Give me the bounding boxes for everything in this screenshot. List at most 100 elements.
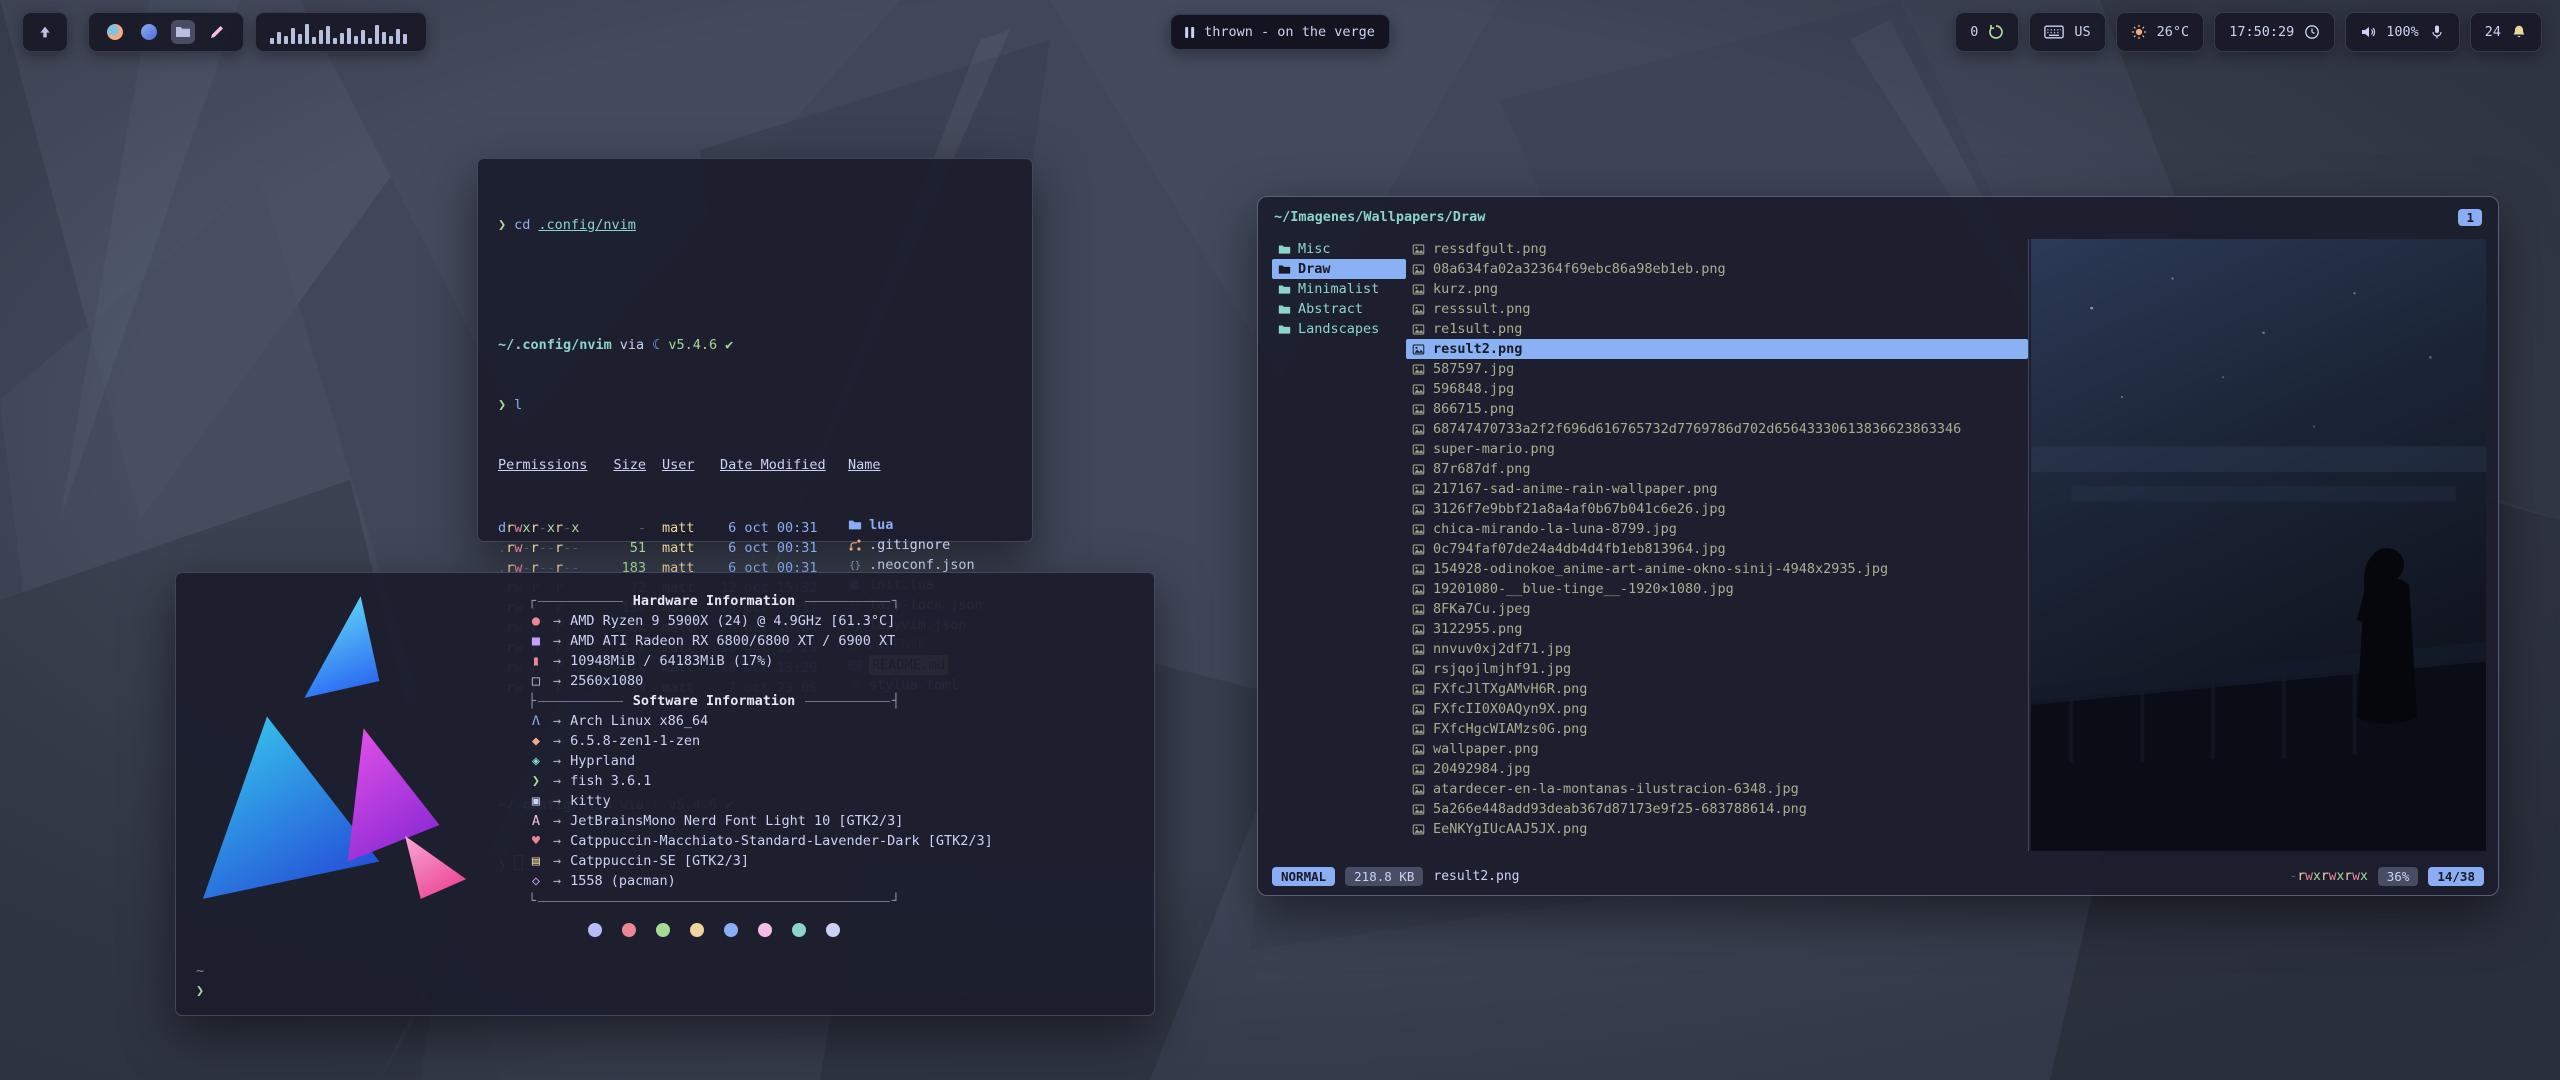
clock-widget[interactable]: 17:50:29 xyxy=(2214,12,2335,52)
media-widget[interactable]: thrown - on the verge xyxy=(1170,14,1390,50)
file-item[interactable]: 154928-odinokoe_anime-art-anime-okno-sin… xyxy=(1406,559,2028,579)
clock-label: 17:50:29 xyxy=(2229,24,2294,40)
sidebar-folder-minimalist[interactable]: Minimalist xyxy=(1272,279,1406,299)
git-icon xyxy=(848,538,862,552)
image-icon xyxy=(1412,703,1425,716)
fetch-os: Λ→Arch Linux x86_64 xyxy=(528,711,1138,731)
cpu-icon: ● xyxy=(528,611,544,631)
listing-row: .rw-r--r-- 51 matt 6 oct 00:31 .gitignor… xyxy=(498,535,1012,555)
status-filename: result2.png xyxy=(1433,869,1519,884)
volume-widget[interactable]: 100% xyxy=(2345,12,2460,52)
file-item[interactable]: result2.png xyxy=(1406,339,2028,359)
shell-prompt[interactable]: ~ ❯ xyxy=(196,961,204,1001)
section-footer: └┘ xyxy=(528,891,900,911)
file-manager-window: ~/Imagenes/Wallpapers/Draw 1 MiscDrawMin… xyxy=(1257,196,2499,896)
image-icon xyxy=(1412,523,1425,536)
command-line[interactable]: ❯l xyxy=(498,395,1012,415)
folder-icon xyxy=(848,518,862,532)
arrow-icon: → xyxy=(553,771,561,791)
updates-count: 0 xyxy=(1970,24,1978,40)
keyboard-icon xyxy=(2044,24,2064,40)
file-item[interactable]: wallpaper.png xyxy=(1406,739,2028,759)
file-item[interactable]: 19201080-__blue-tinge__-1920×1080.jpg xyxy=(1406,579,2028,599)
file-item[interactable]: re1sult.png xyxy=(1406,319,2028,339)
file-item[interactable]: 3126f7e9bbf21a8a4af0b67b041c6e26.jpg xyxy=(1406,499,2028,519)
fetch-theme: ♥→Catppuccin-Macchiato-Standard-Lavender… xyxy=(528,831,1138,851)
arrow-up-icon xyxy=(37,24,53,40)
notifications-widget[interactable]: 24 xyxy=(2470,12,2542,52)
file-item[interactable]: ressdfgult.png xyxy=(1406,239,2028,259)
cwd-path: ~/.config/nvim xyxy=(498,335,612,355)
browser-icon xyxy=(107,24,123,40)
sidebar-folder-abstract[interactable]: Abstract xyxy=(1272,299,1406,319)
image-icon xyxy=(1412,403,1425,416)
launcher-button[interactable] xyxy=(22,12,68,52)
image-icon xyxy=(1412,743,1425,756)
layout-label: US xyxy=(2074,24,2090,40)
image-icon xyxy=(1412,423,1425,436)
fetch-wm: ◈→Hyprland xyxy=(528,751,1138,771)
file-item[interactable]: EeNKYgIUcAAJ5JX.png xyxy=(1406,819,2028,839)
file-item[interactable]: 08a634fa02a32364f69ebc86a98eb1eb.png xyxy=(1406,259,2028,279)
file-item[interactable]: FXfcII0X0AQyn9X.png xyxy=(1406,699,2028,719)
palette-dot xyxy=(656,923,670,937)
file-item[interactable]: 87r687df.png xyxy=(1406,459,2028,479)
file-manager-statusbar: NORMAL 218.8 KB result2.png -rwxrwxrwx 3… xyxy=(1258,857,2498,895)
workspace-files[interactable] xyxy=(171,20,195,44)
workspace-browser[interactable] xyxy=(103,20,127,44)
file-item[interactable]: atardecer-en-la-montanas-ilustracion-634… xyxy=(1406,779,2028,799)
file-item[interactable]: 217167-sad-anime-rain-wallpaper.png xyxy=(1406,479,2028,499)
braces-icon: {} xyxy=(848,558,862,572)
theme-icon: ♥ xyxy=(528,831,544,851)
palette-dot xyxy=(690,923,704,937)
file-item[interactable]: nnvuv0xj2df71.jpg xyxy=(1406,639,2028,659)
file-item[interactable]: resssult.png xyxy=(1406,299,2028,319)
audio-visualizer-widget[interactable] xyxy=(255,12,427,52)
file-item[interactable]: 0c794faf07de24a4db4d4fb1eb813964.jpg xyxy=(1406,539,2028,559)
updates-widget[interactable]: 0 xyxy=(1955,12,2019,52)
workspace-chat[interactable] xyxy=(137,20,161,44)
tab-badge[interactable]: 1 xyxy=(2458,209,2482,226)
file-item[interactable]: chica-mirando-la-luna-8799.jpg xyxy=(1406,519,2028,539)
file-item[interactable]: super-mario.png xyxy=(1406,439,2028,459)
file-item[interactable]: 587597.jpg xyxy=(1406,359,2028,379)
palette-dot xyxy=(622,923,636,937)
arrow-icon: → xyxy=(553,631,561,651)
sidebar-folder-draw[interactable]: Draw xyxy=(1272,259,1406,279)
arrow-icon: → xyxy=(553,651,561,671)
folder-icon xyxy=(1278,263,1291,276)
pencil-icon xyxy=(209,24,225,40)
file-item[interactable]: 866715.png xyxy=(1406,399,2028,419)
image-icon xyxy=(1412,683,1425,696)
file-item[interactable]: 5a266e448add93deab367d87173e9f25-6837886… xyxy=(1406,799,2028,819)
sidebar-folder-misc[interactable]: Misc xyxy=(1272,239,1406,259)
keyboard-layout-widget[interactable]: US xyxy=(2029,12,2105,52)
image-icon xyxy=(1412,343,1425,356)
bell-icon xyxy=(2511,24,2527,40)
section-title: Software Information xyxy=(625,691,804,711)
folder-icon xyxy=(1278,323,1291,336)
command-line[interactable]: ❯cd.config/nvim xyxy=(498,215,1012,235)
file-item[interactable]: 3122955.png xyxy=(1406,619,2028,639)
file-item[interactable]: 596848.jpg xyxy=(1406,379,2028,399)
file-item[interactable]: rsjqojlmjhf91.jpg xyxy=(1406,659,2028,679)
file-item[interactable]: 20492984.jpg xyxy=(1406,759,2028,779)
display-icon: □ xyxy=(528,671,544,691)
file-item[interactable]: 68747470733a2f2f696d616765732d7769786d70… xyxy=(1406,419,2028,439)
temperature-widget[interactable]: 26°C xyxy=(2116,12,2205,52)
prompt-status-line: ~/.config/nvimvia☾v5.4.6✔ xyxy=(498,335,1012,355)
workspace-draw[interactable] xyxy=(205,20,229,44)
image-preview xyxy=(2028,239,2486,851)
file-item[interactable]: kurz.png xyxy=(1406,279,2028,299)
scroll-percent-badge: 36% xyxy=(2378,867,2419,886)
fetch-shell: ❯→fish 3.6.1 xyxy=(528,771,1138,791)
image-icon xyxy=(1412,463,1425,476)
sidebar-folder-landscapes[interactable]: Landscapes xyxy=(1272,319,1406,339)
preview-image xyxy=(2031,239,2486,851)
fetch-output: ┌Hardware Information┐●→AMD Ryzen 9 5900… xyxy=(528,591,1138,937)
filesize-badge: 218.8 KB xyxy=(1345,867,1423,886)
file-item[interactable]: 8FKa7Cu.jpeg xyxy=(1406,599,2028,619)
memory-icon: ▮ xyxy=(528,651,544,671)
file-item[interactable]: FXfcJlTXgAMvH6R.png xyxy=(1406,679,2028,699)
file-item[interactable]: FXfcHgcWIAMzs0G.png xyxy=(1406,719,2028,739)
